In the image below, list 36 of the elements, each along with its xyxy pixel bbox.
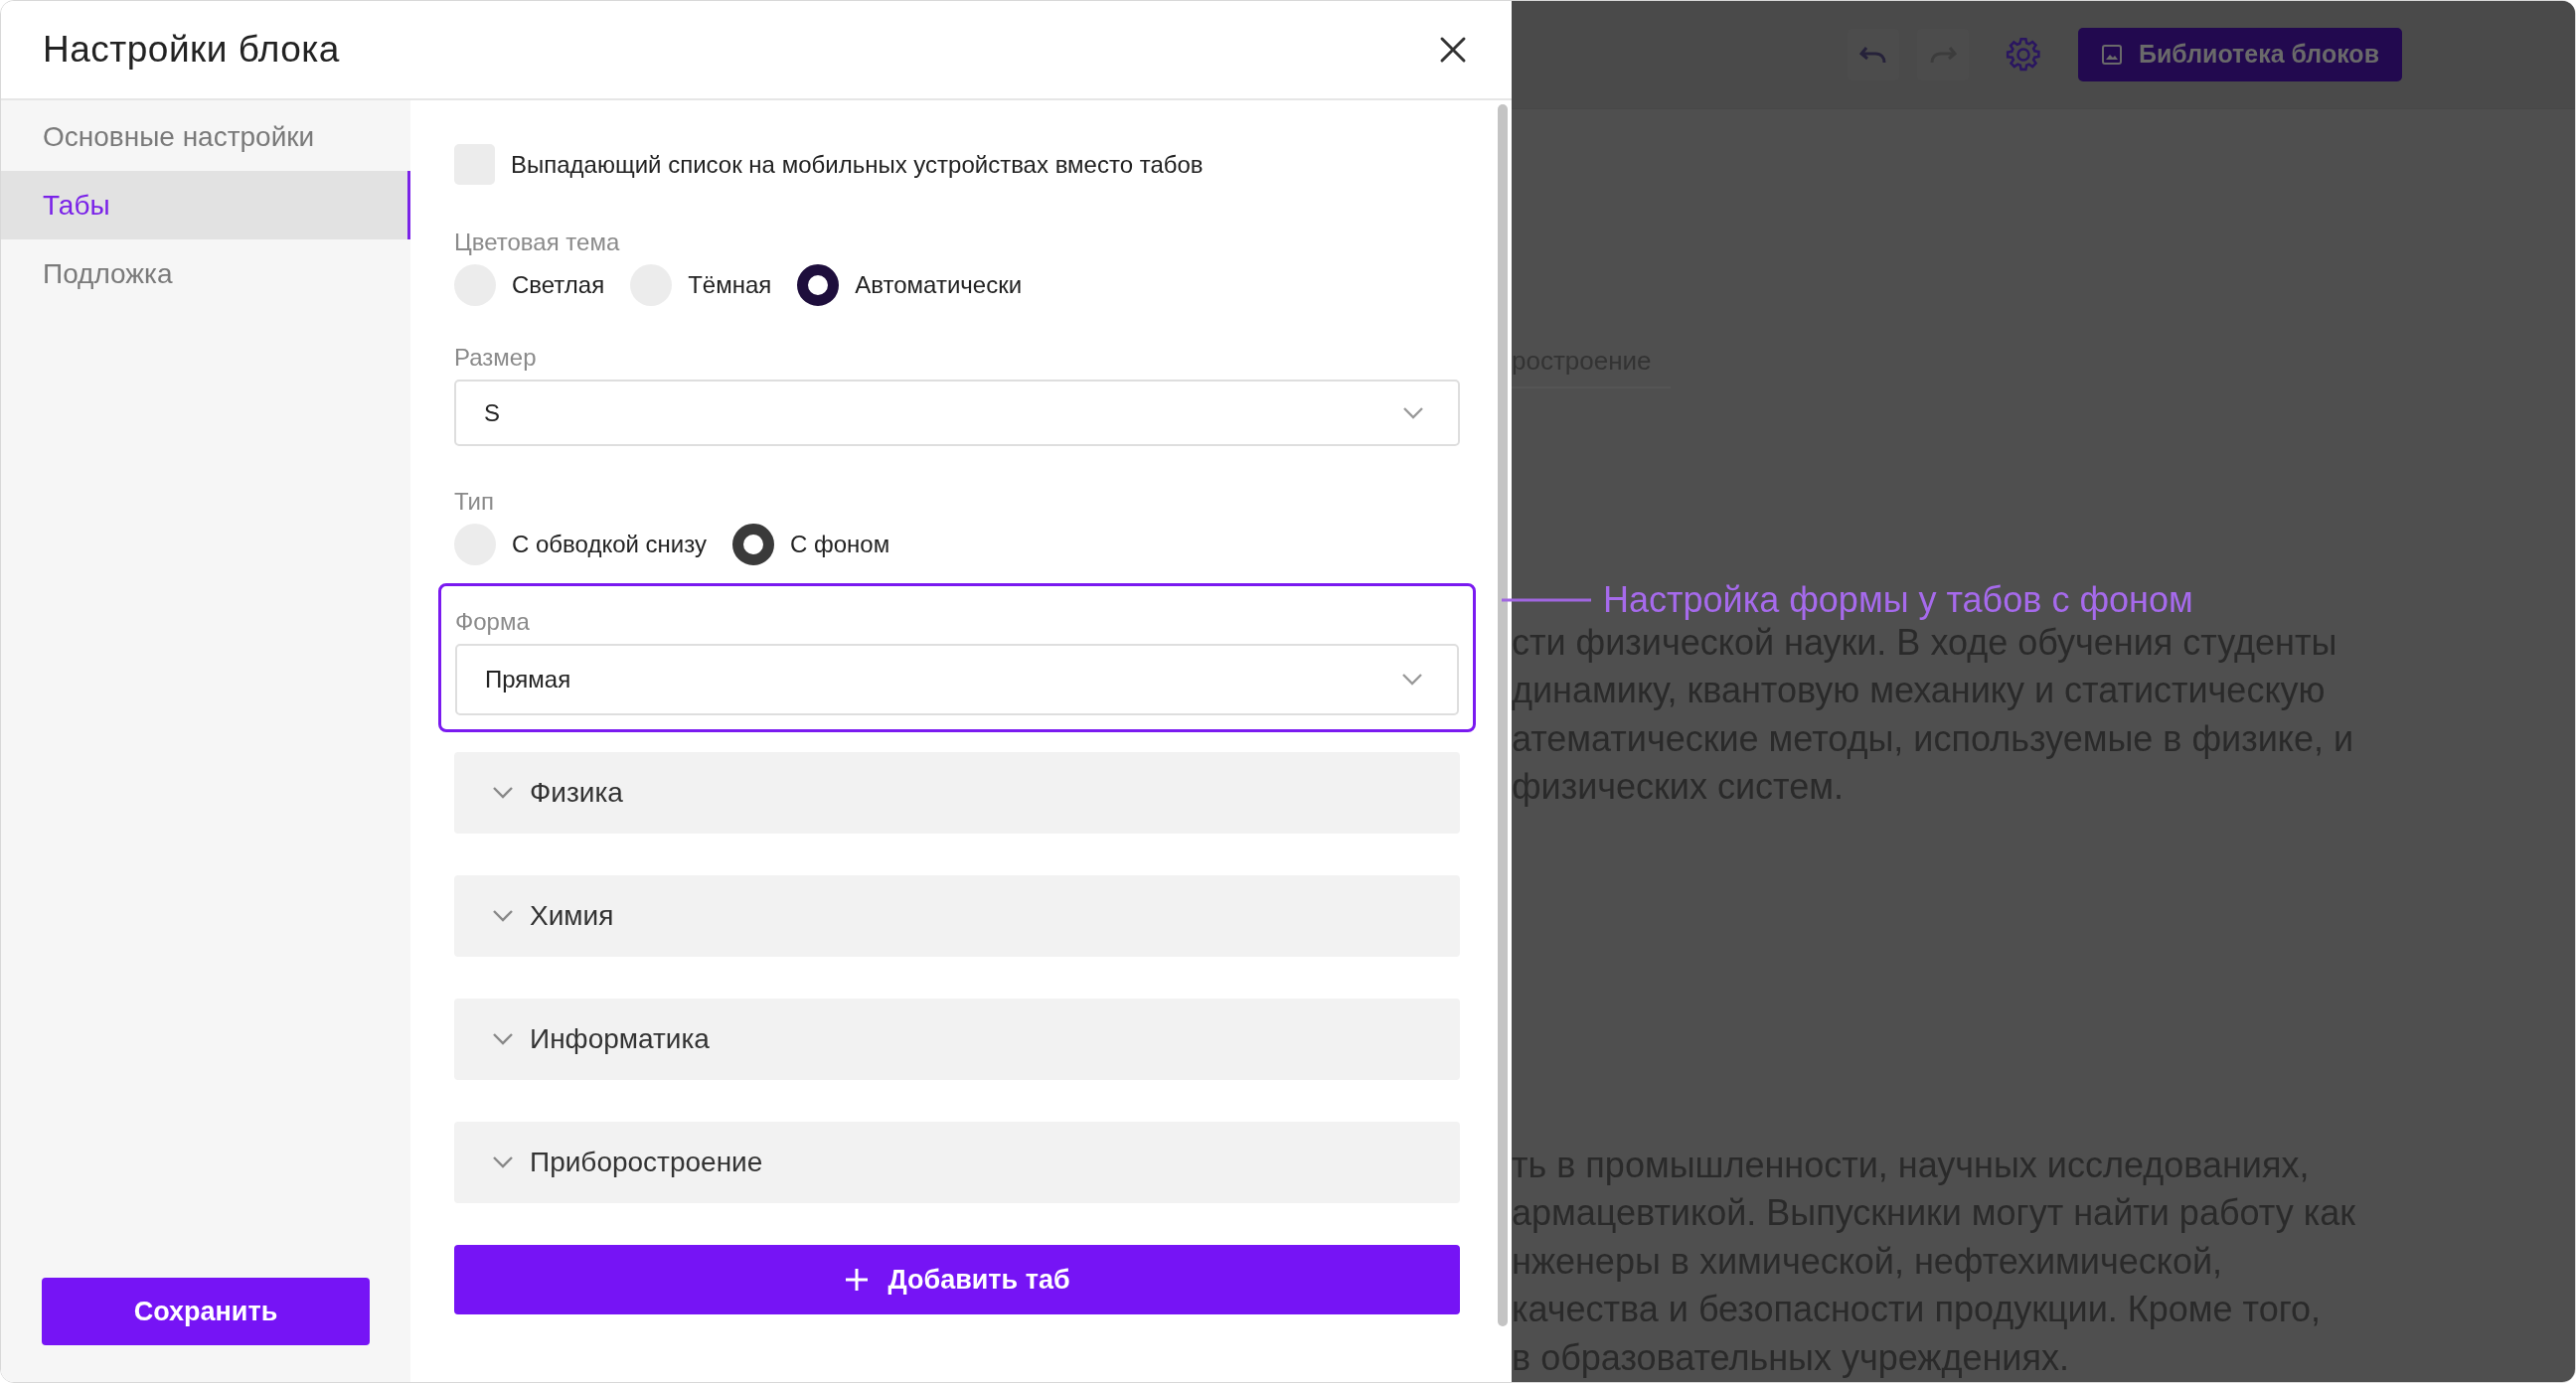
sidebar-item[interactable]: Табы — [1, 171, 410, 239]
add-tab-button[interactable]: Добавить таб — [454, 1245, 1460, 1314]
size-dropdown[interactable]: S — [454, 380, 1460, 446]
chevron-icon — [492, 786, 514, 800]
radio-button[interactable] — [732, 524, 774, 565]
dialog-title: Настройки блока — [43, 29, 340, 71]
chevron-icon — [492, 1155, 514, 1169]
shape-dropdown[interactable]: Прямая — [455, 644, 1459, 715]
sidebar-item[interactable]: Основные настройки — [1, 102, 410, 171]
chevron-icon — [492, 1032, 514, 1046]
radio-label: Тёмная — [688, 271, 772, 299]
radio-label: Светлая — [512, 271, 605, 299]
chevron-down-icon — [1401, 673, 1423, 687]
scrollbar[interactable] — [1498, 104, 1508, 1326]
annotation: Настройка формы у табов с фоном — [1603, 579, 2193, 621]
checkbox-label: Выпадающий список на мобильных устройствах вместо табов — [511, 150, 1204, 179]
settings-icon[interactable] — [2005, 35, 2042, 74]
field-label: Тип — [454, 488, 495, 516]
field-label: Цветовая тема — [454, 229, 621, 256]
image-icon — [2101, 43, 2123, 66]
field-label: Форма — [455, 608, 531, 636]
radio-button[interactable] — [797, 264, 840, 306]
save-button[interactable]: Сохранить — [42, 1278, 370, 1345]
tab-accordion[interactable]: Информатика — [454, 999, 1460, 1080]
close-icon — [1438, 35, 1468, 65]
radio-label: С обводкой снизу — [512, 531, 707, 558]
tab-accordion[interactable]: Приборостроение — [454, 1122, 1460, 1203]
chevron-icon — [492, 909, 514, 923]
radio-label: С фоном — [790, 531, 890, 558]
tab-accordion[interactable]: Химия — [454, 875, 1460, 957]
chevron-down-icon — [1402, 405, 1424, 420]
sidebar-item[interactable]: Подложка — [1, 239, 410, 308]
field-label: Размер — [454, 344, 538, 372]
plus-icon — [844, 1267, 871, 1293]
tab-accordion[interactable]: Физика — [454, 752, 1460, 834]
radio-label: Автоматически — [855, 271, 1023, 299]
